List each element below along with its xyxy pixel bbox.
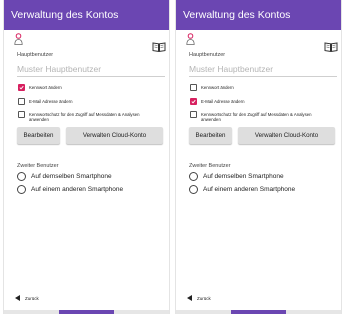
page-title: Verwaltung des Kontos [11, 9, 119, 21]
checkbox-label: Kennwort ändern [201, 84, 234, 90]
book-icon[interactable] [324, 42, 338, 52]
second-user-label: Zweiter Benutzer [189, 163, 231, 169]
bottom-bar-indicator [59, 310, 114, 314]
checkbox-label-line2: anwenden [201, 116, 221, 122]
main-user-input[interactable]: Muster Hauptbenutzer [17, 62, 165, 77]
checkbox-label: E-Mail Adresse ändern [201, 98, 245, 104]
checkbox-label: Kennwortschutz für den Zugriff auf Messd… [201, 112, 312, 122]
checkbox-box[interactable] [190, 111, 197, 118]
main-user-label: Hauptbenutzer [189, 52, 226, 58]
main-user-label: Hauptbenutzer [17, 52, 54, 58]
radio-label: Auf einem anderen Smartphone [31, 186, 124, 193]
radio-button[interactable] [17, 185, 26, 194]
radio-label: Auf einem anderen Smartphone [203, 186, 296, 193]
checkbox-box[interactable] [18, 98, 25, 105]
main-user-input[interactable]: Muster Hauptbenutzer [189, 62, 337, 77]
main-user-placeholder: Muster Hauptbenutzer [17, 64, 102, 74]
user-icon [14, 33, 23, 45]
phone-screen-left: Verwaltung des Kontos Hauptbenutzer Must… [4, 0, 169, 314]
radio-button[interactable] [17, 172, 26, 181]
radio-label: Auf demselben Smartphone [203, 173, 284, 180]
radio-label: Auf demselben Smartphone [31, 173, 112, 180]
bottom-bar [4, 310, 169, 314]
page-title: Verwaltung des Kontos [183, 9, 291, 21]
app-bar: Verwaltung des Kontos [176, 0, 341, 30]
checkmark-icon [191, 99, 196, 104]
radio-button[interactable] [189, 172, 198, 181]
checkmark-icon [19, 85, 24, 90]
app-bar: Verwaltung des Kontos [4, 0, 169, 30]
book-icon[interactable] [152, 42, 166, 52]
radio-button[interactable] [189, 185, 198, 194]
edit-button[interactable]: Bearbeiten [17, 127, 60, 144]
checkbox-box[interactable] [190, 84, 197, 91]
main-user-placeholder: Muster Hauptbenutzer [189, 64, 274, 74]
checkbox-label: Kennwortschutz für den Zugriff auf Messd… [29, 112, 140, 122]
checkbox-label-line2: anwenden [29, 116, 49, 122]
back-label: Zurück [197, 295, 211, 301]
bottom-bar [176, 310, 341, 314]
checkbox-label: Kennwort ändern [29, 84, 62, 90]
phone-screen-right: Verwaltung des Kontos Hauptbenutzer Must… [176, 0, 341, 314]
second-user-label: Zweiter Benutzer [17, 163, 59, 169]
back-arrow-icon [15, 295, 20, 301]
checkbox-box-checked[interactable] [190, 98, 197, 105]
checkbox-label: E-Mail Adresse ändern [29, 98, 73, 104]
user-icon [186, 33, 195, 45]
edit-button[interactable]: Bearbeiten [189, 127, 232, 144]
manage-cloud-account-button[interactable]: Verwalten Cloud-Konto [66, 127, 163, 144]
checkbox-box[interactable] [18, 111, 25, 118]
back-arrow-icon [187, 295, 192, 301]
back-label: Zurück [25, 295, 39, 301]
checkbox-box-checked[interactable] [18, 84, 25, 91]
manage-cloud-account-button[interactable]: Verwalten Cloud-Konto [238, 127, 335, 144]
bottom-bar-indicator [231, 310, 286, 314]
